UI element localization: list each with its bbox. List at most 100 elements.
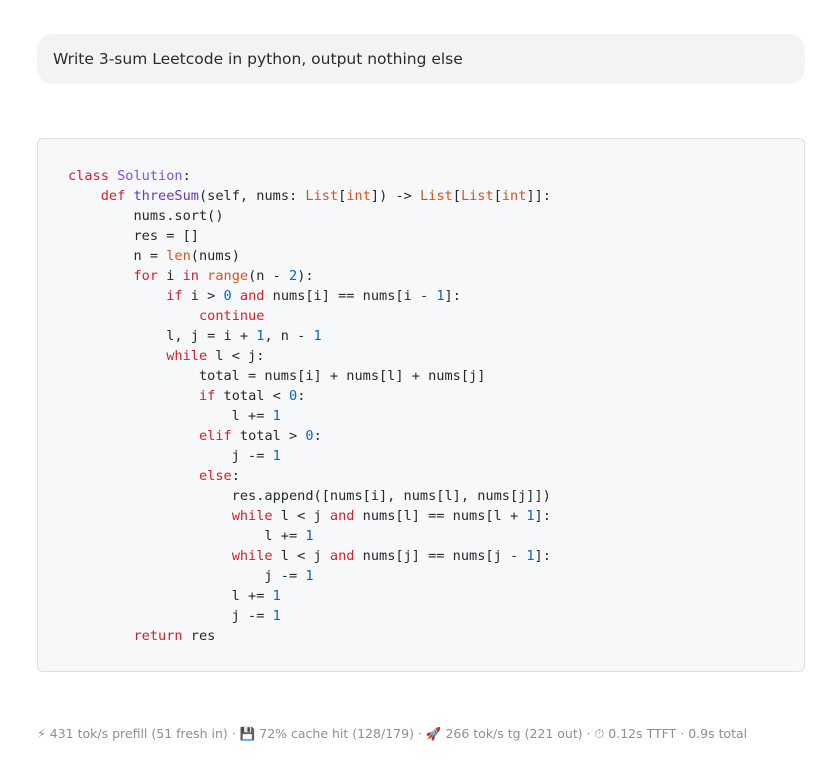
code-token: List xyxy=(305,188,339,204)
code-token: and xyxy=(239,288,265,304)
code-token: [ xyxy=(493,188,502,204)
code-token: 1 xyxy=(272,408,281,424)
code-token: int xyxy=(501,188,527,204)
code-line: else: xyxy=(68,466,551,486)
code-token: res xyxy=(182,628,216,644)
code-token: ]: xyxy=(444,288,461,304)
code-token: continue xyxy=(198,308,265,324)
code-token: and xyxy=(329,548,355,564)
code-token: ]: xyxy=(534,508,551,524)
code-token: nums.sort() xyxy=(68,208,224,224)
code-token: List xyxy=(420,188,453,204)
code-token: return xyxy=(133,628,183,644)
code-token: 1 xyxy=(436,288,445,304)
stats-separator: · xyxy=(582,726,595,741)
code-line: total = nums[i] + nums[l] + nums[j] xyxy=(68,366,551,386)
code-token: total = nums[i] + nums[l] + nums[j] xyxy=(68,368,486,384)
code-token: range xyxy=(207,268,249,284)
code-token: 1 xyxy=(272,588,281,604)
code-line: while l < j and nums[j] == nums[j - 1]: xyxy=(68,546,551,566)
code-token: ( xyxy=(198,188,208,204)
code-token: class xyxy=(68,168,109,184)
code-token: 0 xyxy=(289,388,298,404)
code-token: in xyxy=(182,268,199,284)
code-token: threeSum xyxy=(133,188,199,204)
code-token: while xyxy=(166,348,208,364)
code-token: 1 xyxy=(526,548,535,564)
code-token: 1 xyxy=(272,448,281,464)
code-token: and xyxy=(329,508,355,524)
code-token: j -= xyxy=(68,568,306,584)
code-line: while l < j and nums[l] == nums[l + 1]: xyxy=(68,506,551,526)
code-content: class Solution: def threeSum(self, nums:… xyxy=(68,166,551,646)
code-token: if xyxy=(166,288,183,304)
code-line: class Solution: xyxy=(68,166,551,186)
code-line: if total < 0: xyxy=(68,386,551,406)
code-token: res = [] xyxy=(68,228,199,244)
code-line: l += 1 xyxy=(68,526,551,546)
code-block: class Solution: def threeSum(self, nums:… xyxy=(37,138,805,672)
code-token: int xyxy=(346,188,371,204)
code-token: 1 xyxy=(313,328,322,344)
code-token: l += xyxy=(68,408,273,424)
code-line: res.append([nums[i], nums[l], nums[j]]) xyxy=(68,486,551,506)
cache-stat: 72% cache hit (128/179) xyxy=(259,726,414,741)
code-token: 1 xyxy=(526,508,535,524)
user-prompt-text: Write 3-sum Leetcode in python, output n… xyxy=(53,50,463,68)
total-time-stat: 0.9s total xyxy=(688,726,748,741)
code-token: Solution xyxy=(117,168,183,184)
stats-separator: · xyxy=(227,726,240,741)
code-token: while xyxy=(231,508,273,524)
code-token: total > xyxy=(231,428,306,444)
code-line: elif total > 0: xyxy=(68,426,551,446)
code-token: l < j: xyxy=(207,348,265,364)
code-line: continue xyxy=(68,306,551,326)
code-token: l += xyxy=(68,528,306,544)
code-token: ]: xyxy=(534,548,551,564)
ttft-stat: 0.12s TTFT xyxy=(608,726,677,741)
code-token: : xyxy=(297,388,306,404)
code-token: nums[i] == nums[i - xyxy=(264,288,437,304)
code-token: l < j xyxy=(272,508,330,524)
code-token: ]) -> xyxy=(370,188,420,204)
code-token: if xyxy=(198,388,216,404)
code-line: j -= 1 xyxy=(68,566,551,586)
code-token: elif xyxy=(198,428,232,444)
generation-stats: ⚡ 431 tok/s prefill (51 fresh in) · 💾 72… xyxy=(37,726,747,742)
code-line: l += 1 xyxy=(68,586,551,606)
code-token: l += xyxy=(68,588,273,604)
code-line: def threeSum(self, nums: List[int]) -> L… xyxy=(68,186,551,206)
code-token: [ xyxy=(452,188,461,204)
code-line: l += 1 xyxy=(68,406,551,426)
code-token: i > xyxy=(182,288,224,304)
code-token: (nums) xyxy=(190,248,240,264)
code-line: res = [] xyxy=(68,226,551,246)
code-line: j -= 1 xyxy=(68,606,551,626)
code-token: : xyxy=(231,468,240,484)
code-token: 1 xyxy=(272,608,281,624)
code-line: for i in range(n - 2): xyxy=(68,266,551,286)
code-token: self, nums: xyxy=(207,188,306,204)
code-line: j -= 1 xyxy=(68,446,551,466)
token-generation-stat: 266 tok/s tg (221 out) xyxy=(445,726,583,741)
code-token: j -= xyxy=(68,608,273,624)
code-line: return res xyxy=(68,626,551,646)
code-token: len xyxy=(166,248,191,264)
code-token: ): xyxy=(297,268,314,284)
code-token: 2 xyxy=(289,268,298,284)
code-token: i xyxy=(158,268,183,284)
stats-separator: · xyxy=(413,726,426,741)
code-token: l < j xyxy=(272,548,330,564)
code-line: n = len(nums) xyxy=(68,246,551,266)
code-line: if i > 0 and nums[i] == nums[i - 1]: xyxy=(68,286,551,306)
